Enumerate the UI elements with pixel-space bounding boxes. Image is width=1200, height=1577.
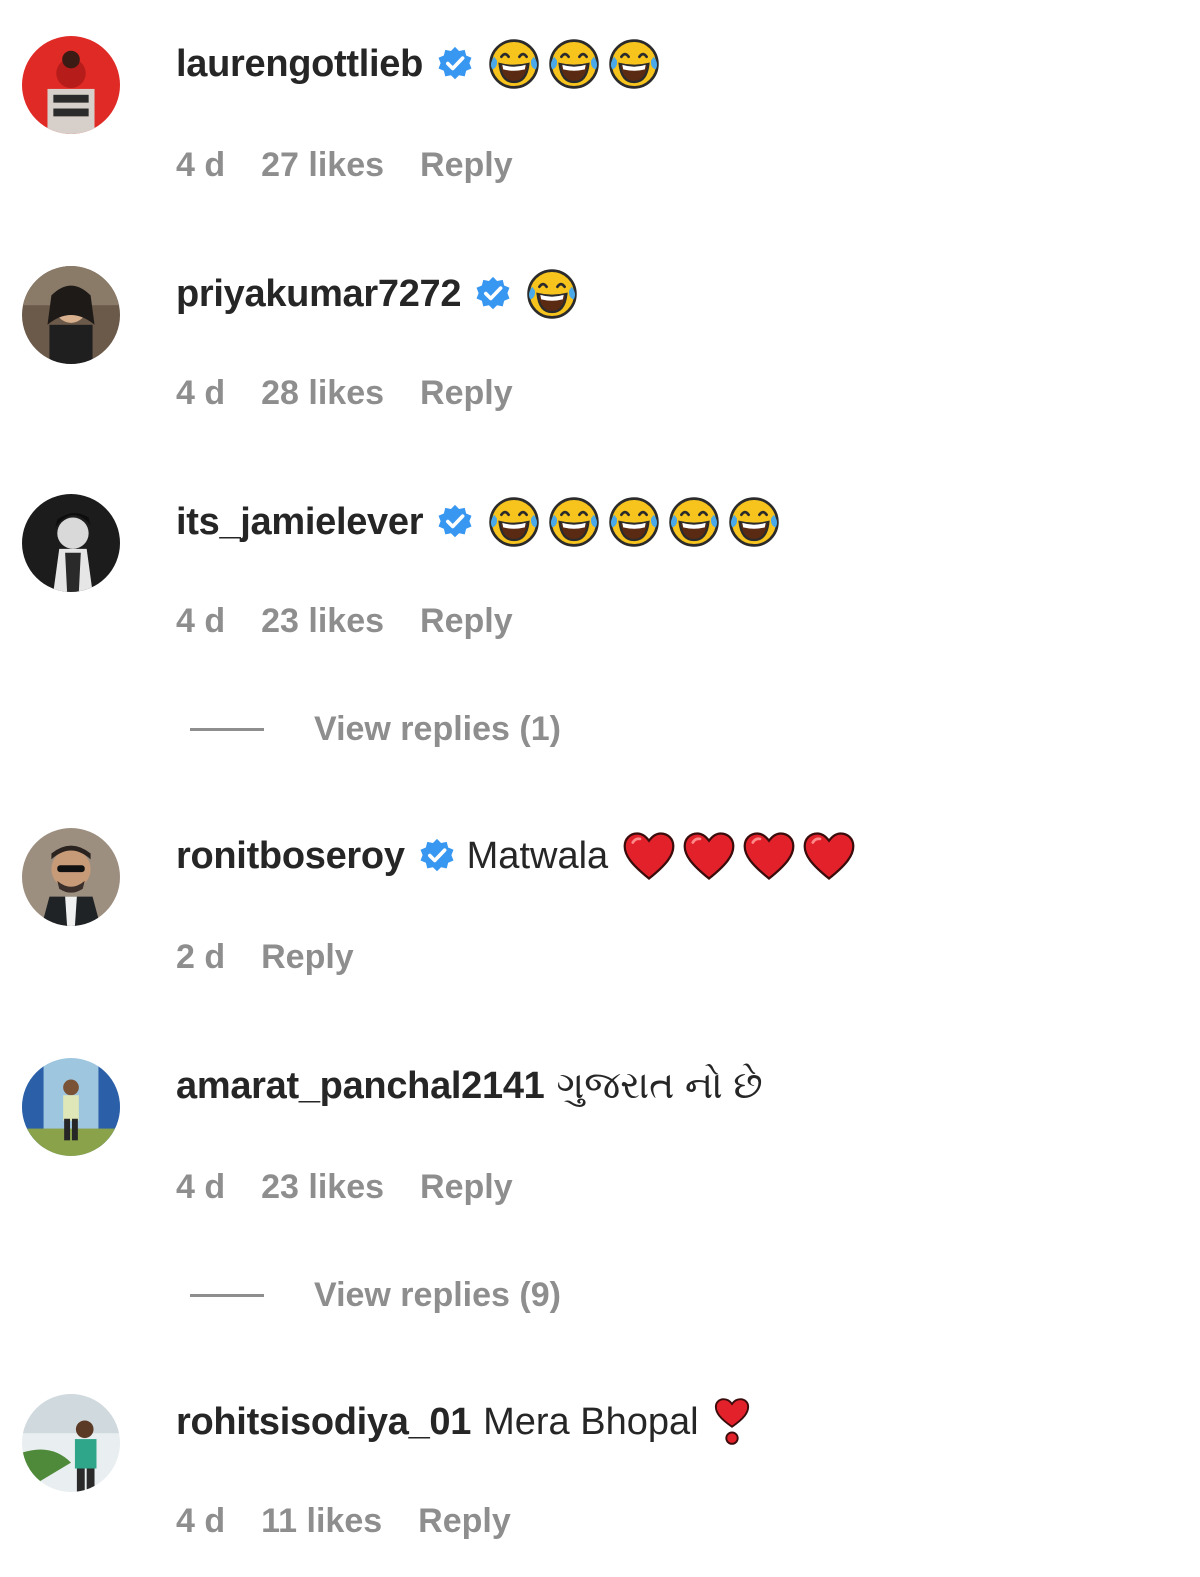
view-replies-button[interactable]: View replies (1) (190, 710, 561, 749)
verified-badge-icon (475, 276, 511, 312)
comment-text: Mera Bhopal (483, 1400, 699, 1443)
comment-username[interactable]: ronitboseroy (176, 835, 405, 878)
comment-username[interactable]: amarat_panchal2141 (176, 1065, 545, 1108)
view-replies-label: View replies (9) (314, 1276, 561, 1314)
comment-text: ગુજરાત નો છે (556, 1064, 763, 1107)
comment-meta: 2 d Reply (176, 938, 354, 977)
comment-emojis (487, 37, 661, 91)
comment-time: 4 d (176, 1168, 226, 1206)
heart-exclamation-emoji-icon (713, 1398, 751, 1446)
comment-emojis (525, 267, 579, 321)
verified-badge-icon (437, 46, 473, 82)
tears-of-joy-emoji-icon (525, 267, 579, 321)
comment-emojis (713, 1398, 751, 1446)
comment-header: priyakumar7272 (176, 264, 579, 324)
comment-likes[interactable]: 11 likes (261, 1502, 382, 1541)
comment-username[interactable]: priyakumar7272 (176, 273, 462, 316)
tears-of-joy-emoji-icon (667, 495, 721, 549)
tears-of-joy-emoji-icon (487, 495, 541, 549)
comment-header: laurengottlieb (176, 34, 661, 94)
comment-emojis (487, 495, 781, 549)
avatar[interactable] (22, 828, 120, 926)
comment-emojis (622, 831, 856, 881)
tears-of-joy-emoji-icon (727, 495, 781, 549)
comment-likes[interactable]: 28 likes (261, 374, 384, 413)
red-heart-emoji-icon (682, 831, 736, 881)
comment-text: Matwala (466, 834, 609, 877)
red-heart-emoji-icon (802, 831, 856, 881)
comment-username[interactable]: its_jamielever (176, 501, 424, 544)
tears-of-joy-emoji-icon (547, 37, 601, 91)
verified-badge-icon (437, 504, 473, 540)
comment-time: 4 d (176, 374, 226, 412)
reply-button[interactable]: Reply (420, 374, 513, 413)
comment-header: amarat_panchal2141 ગુજરાત નો છે (176, 1056, 763, 1116)
comment-meta: 4 d 28 likes Reply (176, 374, 513, 413)
comment-meta: 4 d 11 likes Reply (176, 1502, 511, 1541)
comment-header: rohitsisodiya_01 Mera Bhopal (176, 1392, 751, 1452)
view-replies-button[interactable]: View replies (9) (190, 1276, 561, 1315)
tears-of-joy-emoji-icon (607, 37, 661, 91)
avatar[interactable] (22, 266, 120, 364)
reply-button[interactable]: Reply (261, 938, 354, 977)
reply-button[interactable]: Reply (420, 602, 513, 641)
comment-time: 4 d (176, 146, 226, 184)
divider-line (190, 728, 264, 731)
reply-button[interactable]: Reply (420, 1168, 513, 1207)
avatar[interactable] (22, 36, 120, 134)
avatar[interactable] (22, 1058, 120, 1156)
red-heart-emoji-icon (742, 831, 796, 881)
comment-meta: 4 d 23 likes Reply (176, 602, 513, 641)
view-replies-label: View replies (1) (314, 710, 561, 748)
reply-button[interactable]: Reply (420, 146, 513, 185)
comment-likes[interactable]: 23 likes (261, 602, 384, 641)
verified-badge-icon (419, 838, 455, 874)
comment-likes[interactable]: 27 likes (261, 146, 384, 185)
comment-likes[interactable]: 23 likes (261, 1168, 384, 1207)
tears-of-joy-emoji-icon (607, 495, 661, 549)
divider-line (190, 1294, 264, 1297)
tears-of-joy-emoji-icon (487, 37, 541, 91)
comment-time: 4 d (176, 1502, 226, 1540)
comment-meta: 4 d 27 likes Reply (176, 146, 513, 185)
comment-header: ronitboseroy Matwala (176, 826, 856, 886)
reply-button[interactable]: Reply (418, 1502, 511, 1541)
avatar[interactable] (22, 1394, 120, 1492)
comment-username[interactable]: laurengottlieb (176, 43, 423, 86)
tears-of-joy-emoji-icon (547, 495, 601, 549)
comment-time: 4 d (176, 602, 226, 640)
comment-meta: 4 d 23 likes Reply (176, 1168, 513, 1207)
avatar[interactable] (22, 494, 120, 592)
red-heart-emoji-icon (622, 831, 676, 881)
comment-username[interactable]: rohitsisodiya_01 (176, 1401, 471, 1444)
comment-time: 2 d (176, 938, 226, 976)
comment-header: its_jamielever (176, 492, 781, 552)
